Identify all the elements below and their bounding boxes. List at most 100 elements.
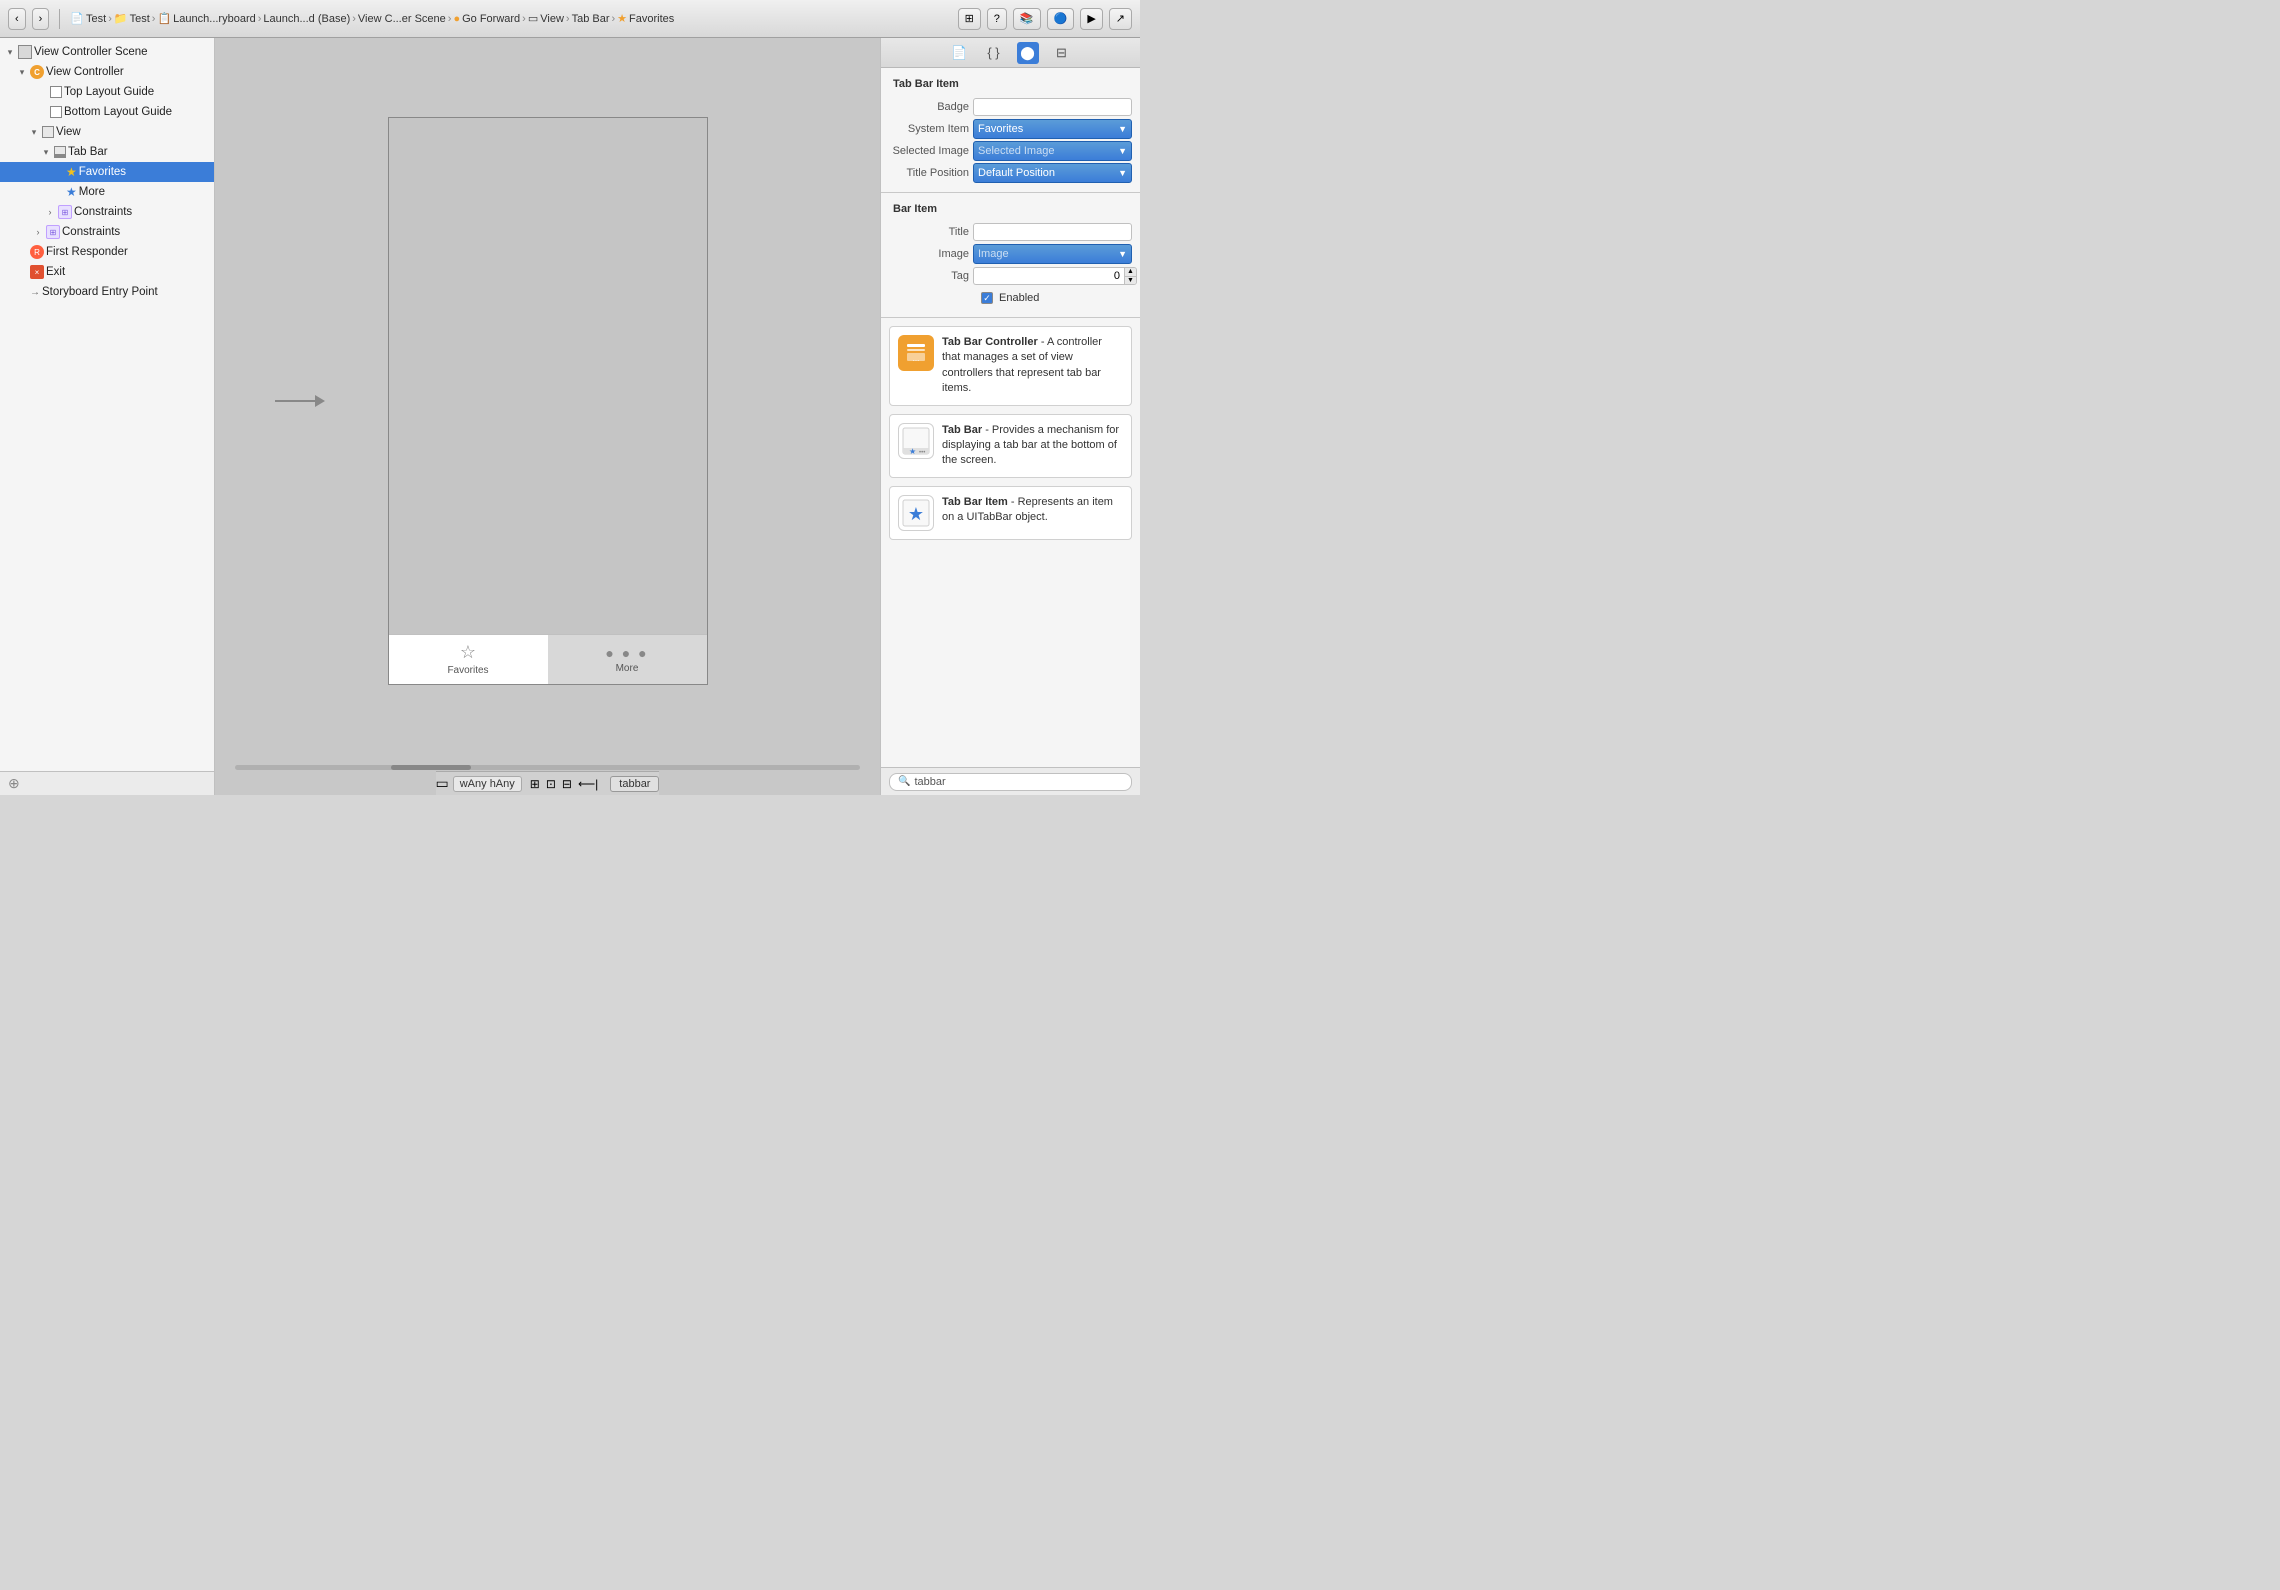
breadcrumb-launchryboard[interactable]: 📋 Launch...ryboard [157, 12, 255, 25]
tab-bar-item-section: Tab Bar Item Badge System Item Favorites… [881, 68, 1140, 193]
zoom-out-icon[interactable]: ⊟ [562, 777, 572, 791]
breadcrumb-tab-bar[interactable]: Tab Bar [572, 13, 610, 25]
tab-item-more[interactable]: ● ● ● More [548, 635, 707, 684]
breadcrumb-vc-scene[interactable]: View C...er Scene [358, 13, 446, 25]
breadcrumb-view-controller[interactable]: ● Go Forward [453, 13, 520, 25]
system-item-select[interactable]: Favorites ▼ [973, 119, 1132, 139]
tag-down-btn[interactable]: ▼ [1125, 277, 1136, 285]
badge-row: Badge [881, 96, 1140, 118]
back-button[interactable]: ‹ [8, 8, 26, 30]
nav-item-entry-point[interactable]: → Storyboard Entry Point [0, 282, 214, 302]
svg-text:...: ... [913, 354, 920, 363]
breadcrumb-view[interactable]: ▭ View [528, 12, 564, 25]
panel-toggle-btn[interactable]: ▭ [436, 775, 449, 792]
bar-image-select[interactable]: Image ▼ [973, 244, 1132, 264]
selected-image-row: Selected Image Selected Image ▼ [881, 140, 1140, 162]
breadcrumb-favorites[interactable]: ★ Favorites [617, 12, 674, 25]
inspector-panel: 📄 { } ⬤ ⊟ Tab Bar Item Badge System Item… [880, 38, 1140, 795]
top-layout-icon [50, 86, 62, 98]
bottom-layout-label: Bottom Layout Guide [64, 106, 172, 118]
breadcrumb-test-doc[interactable]: 📄 Test [70, 12, 106, 25]
inspector-braces-btn[interactable]: { } [983, 42, 1005, 64]
top-layout-label: Top Layout Guide [64, 86, 154, 98]
nav-scene-header[interactable]: ▾ View Controller Scene [0, 42, 214, 62]
main-layout: ▾ View Controller Scene ▾ C View Control… [0, 38, 1140, 795]
align-left-icon[interactable]: ⟵| [578, 777, 598, 791]
help-btn[interactable]: ? [987, 8, 1007, 30]
zoom-in-icon[interactable]: ⊡ [546, 777, 556, 791]
breadcrumb-launch-base[interactable]: Launch...d (Base) [263, 13, 350, 25]
constraints-view-disclosure[interactable]: › [32, 226, 44, 238]
breadcrumb: 📄 Test › 📁 Test › 📋 Launch...ryboard › L… [70, 12, 951, 25]
run-btn[interactable]: ▶ [1080, 8, 1102, 30]
tab-bar-item-title: Tab Bar Item [881, 76, 1140, 96]
library-btn[interactable]: 📚 [1013, 8, 1041, 30]
nav-item-more[interactable]: ★ More [0, 182, 214, 202]
nav-item-constraints-tabbar[interactable]: › ⊞ Constraints [0, 202, 214, 222]
inspector-circle-btn[interactable]: ⬤ [1017, 42, 1039, 64]
share-btn[interactable]: ↗ [1109, 8, 1132, 30]
canvas-area: ☆ Favorites ● ● ● More ▭ wAny hAny [215, 38, 880, 795]
inspector-btn[interactable]: ⊞ [958, 8, 981, 30]
search-value: tabbar [914, 776, 945, 788]
nav-item-exit[interactable]: × Exit [0, 262, 214, 282]
inspector-table-btn[interactable]: ⊟ [1051, 42, 1073, 64]
constraints-tabbar-disclosure[interactable]: › [44, 206, 56, 218]
nav-item-top-layout[interactable]: Top Layout Guide [0, 82, 214, 102]
first-responder-icon: R [30, 245, 44, 259]
forward-button[interactable]: › [32, 8, 50, 30]
bar-image-placeholder: Image [978, 248, 1009, 260]
badge-label: Badge [889, 101, 969, 113]
tabbar-label: Tab Bar [68, 146, 108, 158]
scene-disclosure[interactable]: ▾ [4, 46, 16, 58]
nav-item-vc[interactable]: ▾ C View Controller [0, 62, 214, 82]
favorites-label: Favorites [79, 166, 126, 178]
scene-icon [18, 45, 32, 59]
nav-item-view[interactable]: ▾ View [0, 122, 214, 142]
zoom-fit-icon[interactable]: ⊞ [530, 777, 540, 791]
arrow-head [315, 395, 325, 407]
system-item-label: System Item [889, 123, 969, 135]
tabbar-disclosure[interactable]: ▾ [40, 146, 52, 158]
title-position-label: Title Position [889, 167, 969, 179]
attributes-btn[interactable]: 🔵 [1047, 8, 1075, 30]
nav-item-favorites[interactable]: ★ Favorites [0, 162, 214, 182]
nav-add-icon[interactable]: ⊕ [8, 775, 20, 792]
breadcrumb-test-folder[interactable]: 📁 Test [114, 12, 150, 25]
vc-label: View Controller [46, 66, 124, 78]
system-item-value: Favorites [978, 123, 1023, 135]
canvas-scrollbar[interactable] [215, 763, 880, 771]
size-label: wAny hAny [453, 776, 522, 792]
entry-point-label: Storyboard Entry Point [42, 286, 158, 298]
enabled-checkbox[interactable]: ✓ [981, 292, 993, 304]
tag-input[interactable] [973, 267, 1124, 285]
inspector-file-btn[interactable]: 📄 [949, 42, 971, 64]
nav-item-tabbar[interactable]: ▾ Tab Bar [0, 142, 214, 162]
tab-bar-preview: ☆ Favorites ● ● ● More [389, 634, 707, 684]
device-frame[interactable]: ☆ Favorites ● ● ● More [388, 117, 708, 685]
vc-disclosure[interactable]: ▾ [16, 66, 28, 78]
tab-item-favorites[interactable]: ☆ Favorites [389, 635, 548, 684]
tabbaritem-desc-icon: ★ [898, 495, 934, 531]
nav-item-constraints-view[interactable]: › ⊞ Constraints [0, 222, 214, 242]
title-position-arrow: ▼ [1118, 168, 1127, 178]
nav-bottom-bar: ⊕ [0, 771, 214, 795]
search-icon: 🔍 [898, 776, 910, 787]
badge-input[interactable] [973, 98, 1132, 116]
search-field[interactable]: 🔍 tabbar [889, 773, 1132, 791]
inspector-bottom-toolbar: 🔍 tabbar [881, 767, 1140, 795]
tag-up-btn[interactable]: ▲ [1125, 268, 1136, 277]
constraints-tabbar-label: Constraints [74, 206, 132, 218]
view-disclosure[interactable]: ▾ [28, 126, 40, 138]
tabbar-search-label[interactable]: tabbar [610, 776, 659, 792]
tabbar-nav-icon [54, 146, 66, 158]
selected-image-select[interactable]: Selected Image ▼ [973, 141, 1132, 161]
main-toolbar: ‹ › 📄 Test › 📁 Test › 📋 Launch...ryboard… [0, 0, 1140, 38]
toolbar-separator [59, 9, 60, 29]
nav-item-first-responder[interactable]: R First Responder [0, 242, 214, 262]
bar-title-input[interactable] [973, 223, 1132, 241]
title-position-select[interactable]: Default Position ▼ [973, 163, 1132, 183]
more-label: More [79, 186, 105, 198]
nav-item-bottom-layout[interactable]: Bottom Layout Guide [0, 102, 214, 122]
scene-label: View Controller Scene [34, 46, 148, 58]
